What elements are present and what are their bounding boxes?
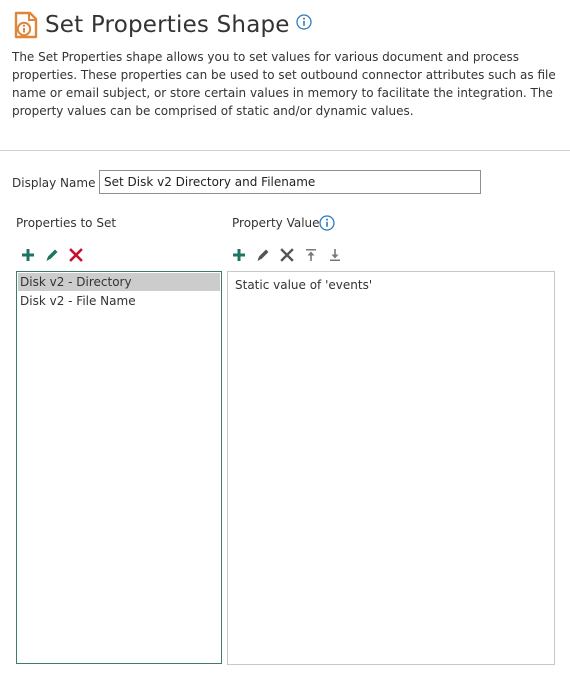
page-title: Set Properties Shape (45, 12, 290, 38)
properties-toolbar (20, 247, 92, 263)
display-name-label: Display Name (12, 176, 96, 190)
pencil-icon (257, 249, 269, 261)
move-to-bottom-button[interactable] (327, 247, 343, 263)
pencil-icon (46, 249, 58, 261)
add-value-button[interactable] (231, 247, 247, 263)
display-name-input[interactable]: Set Disk v2 Directory and Filename (99, 170, 481, 194)
property-value-info-icon[interactable] (319, 215, 335, 231)
info-icon[interactable] (296, 14, 312, 30)
delete-property-button[interactable] (68, 247, 84, 263)
edit-value-button[interactable] (255, 247, 271, 263)
page-header: Set Properties Shape (13, 9, 312, 41)
header-divider (0, 150, 570, 151)
edit-property-button[interactable] (44, 247, 60, 263)
set-properties-shape-icon (13, 10, 39, 40)
property-value-list[interactable]: Static value of 'events' (227, 271, 555, 665)
properties-list[interactable]: Disk v2 - Directory Disk v2 - File Name (16, 271, 222, 664)
delete-value-button[interactable] (279, 247, 295, 263)
move-to-top-icon (306, 249, 316, 261)
plus-icon (22, 249, 34, 261)
add-property-button[interactable] (20, 247, 36, 263)
property-value-label: Property Value (232, 216, 320, 230)
shape-description: The Set Properties shape allows you to s… (12, 50, 556, 118)
x-icon (69, 248, 83, 262)
move-to-top-button[interactable] (303, 247, 319, 263)
value-toolbar (231, 247, 351, 263)
move-to-bottom-icon (330, 249, 340, 261)
properties-to-set-label: Properties to Set (16, 216, 117, 230)
list-item-file-name[interactable]: Disk v2 - File Name (18, 292, 220, 310)
x-icon (280, 248, 294, 262)
value-item[interactable]: Static value of 'events' (228, 272, 554, 298)
list-item-directory[interactable]: Disk v2 - Directory (18, 273, 220, 291)
plus-icon (233, 249, 245, 261)
